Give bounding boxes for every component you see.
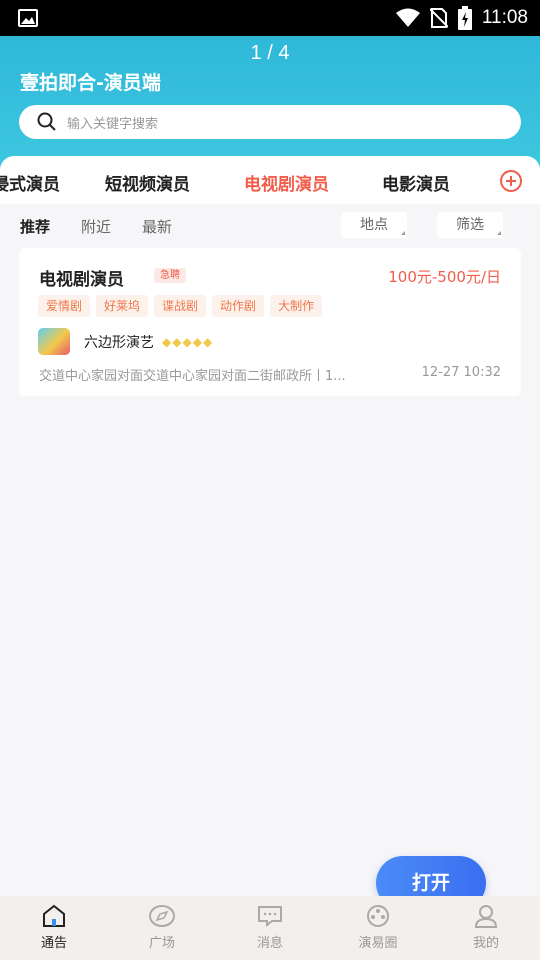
job-tag: 动作剧 xyxy=(212,295,265,317)
nav-label: 通告 xyxy=(40,936,67,951)
image-icon xyxy=(18,9,38,27)
diamond-icon: ◆ xyxy=(162,334,172,349)
app-title: 壹拍即合-演员端 xyxy=(20,72,161,94)
status-bar: 11:08 xyxy=(0,0,540,36)
diamond-icon: ◆ xyxy=(172,334,182,349)
sub-tabs: 推荐 附近 最新 地点 筛选 xyxy=(0,204,540,244)
job-date: 12-27 10:32 xyxy=(421,365,501,380)
nav-item-mine[interactable]: 我的 xyxy=(432,896,540,960)
no-sim-icon xyxy=(429,8,448,28)
subtab-recommended[interactable]: 推荐 xyxy=(20,216,50,237)
diamond-icon: ◆ xyxy=(182,334,192,349)
home-icon xyxy=(43,904,65,927)
nav-item-messages[interactable]: 消息 xyxy=(216,896,324,960)
nav-item-circle[interactable]: 演易圈 xyxy=(324,896,432,960)
battery-charging-icon xyxy=(457,6,472,30)
nav-label: 广场 xyxy=(148,936,175,951)
tab-film-actor[interactable]: 电影演员 xyxy=(382,170,450,195)
nav-item-notices[interactable]: 通告 xyxy=(0,896,108,960)
diamond-icon: ◆ xyxy=(192,334,202,349)
search-icon xyxy=(37,112,56,131)
location-filter-button[interactable]: 地点 xyxy=(341,212,407,238)
company-name: 六边形演艺 xyxy=(84,334,154,351)
job-location: 交道中心家园对面交道中心家园对面二街邮政所丨1... xyxy=(39,369,346,384)
wifi-icon xyxy=(395,8,420,27)
job-tag: 谍战剧 xyxy=(154,295,207,317)
subtab-nearby[interactable]: 附近 xyxy=(81,216,111,237)
urgent-badge: 急聘 xyxy=(154,268,186,283)
message-icon xyxy=(258,906,282,928)
search-bar[interactable]: 输入关键字搜索 xyxy=(19,105,521,139)
rating-gems: ◆ ◆ ◆ ◆ ◆ xyxy=(162,335,212,349)
category-tabs: 浸式演员 短视频演员 电视剧演员 电影演员 xyxy=(0,156,540,204)
job-title: 电视剧演员 xyxy=(39,270,124,290)
nav-label: 演易圈 xyxy=(358,936,398,951)
tab-immersive-actor[interactable]: 浸式演员 xyxy=(0,170,60,195)
subtab-latest[interactable]: 最新 xyxy=(142,216,172,237)
diamond-icon: ◆ xyxy=(202,334,213,349)
job-tag: 爱情剧 xyxy=(38,295,91,317)
nav-label: 消息 xyxy=(256,936,283,951)
bottom-nav: 通告 广场 消息 演易圈 我的 xyxy=(0,896,540,960)
user-icon xyxy=(474,905,498,928)
tab-short-video-actor[interactable]: 短视频演员 xyxy=(105,170,190,195)
screen-filter-button[interactable]: 筛选 xyxy=(437,212,503,238)
page-indicator: 1 / 4 xyxy=(250,42,290,64)
plus-circle-icon[interactable] xyxy=(500,170,522,192)
job-tag: 大制作 xyxy=(270,295,323,317)
film-reel-icon xyxy=(367,905,389,927)
nav-label: 我的 xyxy=(472,936,499,951)
search-placeholder: 输入关键字搜索 xyxy=(67,116,159,132)
tab-tv-actor[interactable]: 电视剧演员 xyxy=(244,170,329,195)
nav-item-square[interactable]: 广场 xyxy=(108,896,216,960)
header: 1 / 4 壹拍即合-演员端 输入关键字搜索 xyxy=(0,36,540,170)
company-row: 六边形演艺 ◆ ◆ ◆ ◆ ◆ xyxy=(38,328,212,355)
job-tags: 爱情剧 好莱坞 谍战剧 动作剧 大制作 xyxy=(38,295,323,317)
job-price: 100元-500元/日 xyxy=(388,268,501,286)
compass-icon xyxy=(149,905,175,927)
job-tag: 好莱坞 xyxy=(96,295,149,317)
company-logo xyxy=(38,328,70,355)
job-card[interactable]: 电视剧演员 急聘 100元-500元/日 爱情剧 好莱坞 谍战剧 动作剧 大制作… xyxy=(19,248,521,396)
status-time: 11:08 xyxy=(481,7,528,28)
